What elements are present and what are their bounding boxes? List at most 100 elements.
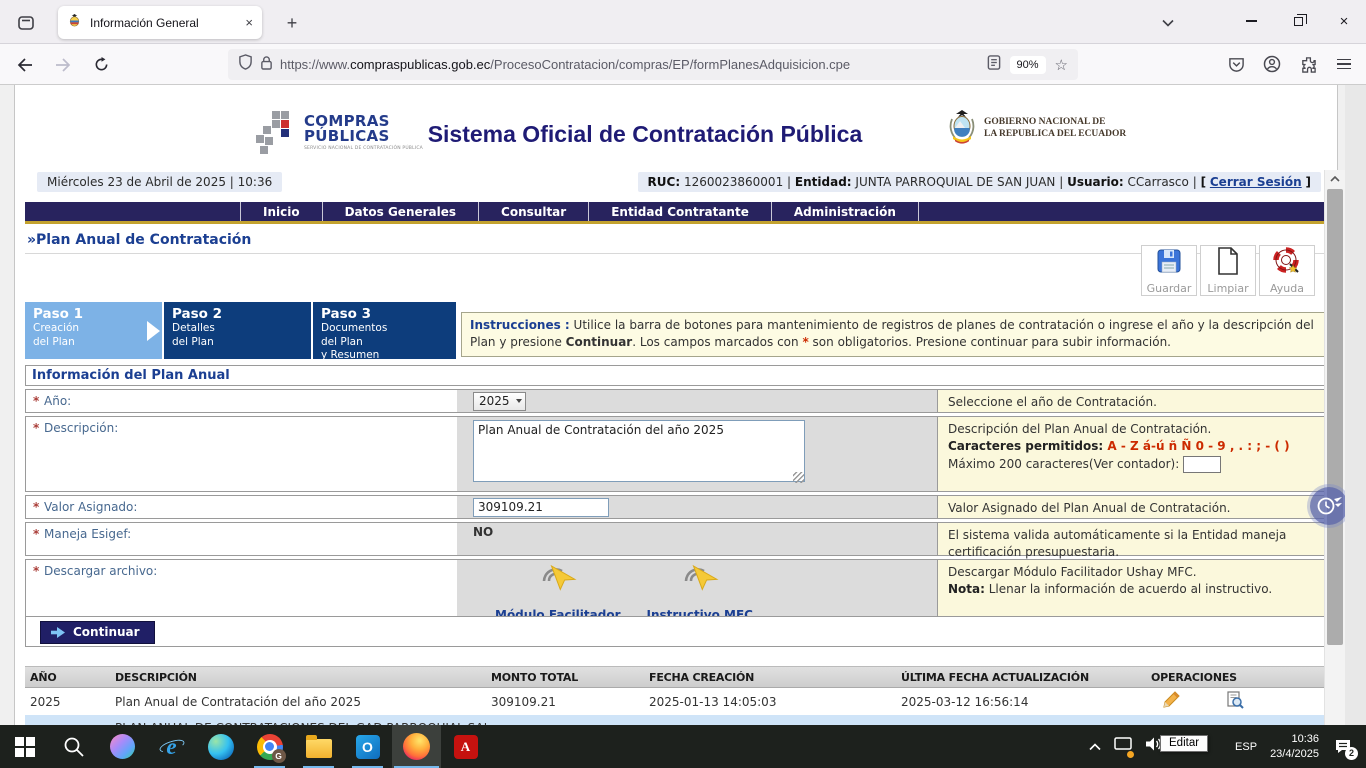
instructivo-mfc-link[interactable]: Instructivo MFC xyxy=(646,563,753,622)
step-arrow-icon xyxy=(147,321,160,341)
start-button[interactable] xyxy=(0,725,49,768)
government-logo: GOBIERNO NACIONAL DE LA REPUBLICA DEL EC… xyxy=(946,109,1126,149)
notification-center-icon[interactable]: 2 xyxy=(1332,736,1354,758)
tray-cast-icon[interactable] xyxy=(1114,737,1132,756)
modulo-facilitador-link[interactable]: Módulo Facilitador xyxy=(495,563,620,622)
scroll-up-icon[interactable] xyxy=(1325,170,1345,188)
click-cursor-icon xyxy=(536,563,580,606)
edit-pencil-icon[interactable] xyxy=(1162,691,1180,712)
step-1-creacion: Paso 1 Creación del Plan xyxy=(25,302,162,359)
col-operaciones: OPERACIONES xyxy=(1146,671,1325,684)
nav-item-consultar[interactable]: Consultar xyxy=(478,202,588,221)
taskbar-edge-icon[interactable] xyxy=(196,725,245,768)
col-ano: AÑO xyxy=(25,671,110,684)
government-text: GOBIERNO NACIONAL DE LA REPUBLICA DEL EC… xyxy=(984,117,1126,141)
tab-title: Información General xyxy=(90,16,237,30)
taskbar-copilot-icon[interactable] xyxy=(98,725,147,768)
taskbar-file-explorer-icon[interactable] xyxy=(294,725,343,768)
window-restore-button[interactable] xyxy=(1283,8,1313,34)
back-button[interactable] xyxy=(10,50,40,79)
assigned-value-row: *Valor Asignado: Valor Asignado del Plan… xyxy=(25,495,1325,519)
col-monto-total: MONTO TOTAL xyxy=(486,671,644,684)
nav-item-entidad-contratante[interactable]: Entidad Contratante xyxy=(588,202,771,221)
clear-button[interactable]: Limpiar xyxy=(1200,245,1256,296)
logout-link[interactable]: Cerrar Sesión xyxy=(1210,175,1302,189)
nav-item-inicio[interactable]: Inicio xyxy=(240,202,322,221)
plans-table: AÑO DESCRIPCIÓN MONTO TOTAL FECHA CREACI… xyxy=(25,666,1325,725)
gold-divider xyxy=(25,221,1325,224)
taskbar-firefox-icon[interactable] xyxy=(392,725,441,768)
pocket-icon[interactable] xyxy=(1222,50,1250,78)
taskbar-internet-explorer-icon[interactable]: e xyxy=(147,725,196,768)
new-tab-button[interactable]: + xyxy=(280,11,304,35)
list-tabs-chevron-icon[interactable] xyxy=(1155,12,1181,34)
ecuador-coat-of-arms-icon xyxy=(946,109,978,149)
year-select[interactable]: 2025 xyxy=(473,392,526,411)
main-nav: Inicio Datos Generales Consultar Entidad… xyxy=(25,202,1325,221)
url-bar[interactable]: https://www.compraspublicas.gob.ec/Proce… xyxy=(228,49,1078,80)
account-icon[interactable] xyxy=(1258,50,1286,78)
continue-button[interactable]: Continuar xyxy=(40,621,155,644)
firefox-view-icon[interactable] xyxy=(12,9,40,37)
description-label: Descripción: xyxy=(44,421,118,435)
save-button[interactable]: Guardar xyxy=(1141,245,1197,296)
ruc-label: RUC: xyxy=(648,175,681,189)
year-row: *Año: 2025 Seleccione el año de Contrata… xyxy=(25,389,1325,413)
esigef-row: *Maneja Esigef: NO El sistema valida aut… xyxy=(25,522,1325,556)
char-counter-input[interactable] xyxy=(1183,456,1221,473)
taskbar-search-icon[interactable] xyxy=(49,725,98,768)
page-viewport: COMPRAS PÚBLICAS SERVICIO NACIONAL DE CO… xyxy=(0,85,1345,725)
zoom-level-button[interactable]: 90% xyxy=(1010,56,1046,74)
tray-time: 10:36 xyxy=(1270,732,1319,747)
screen: Información General × + × https://ww xyxy=(0,0,1366,768)
tab-close-icon[interactable]: × xyxy=(245,16,253,29)
entity-value: JUNTA PARROQUIAL DE SAN JUAN xyxy=(855,175,1055,189)
lock-icon[interactable] xyxy=(260,55,273,75)
description-help: Descripción del Plan Anual de Contrataci… xyxy=(937,417,1324,491)
help-button[interactable]: Ayuda xyxy=(1259,245,1315,296)
taskbar-acrobat-icon[interactable]: A xyxy=(441,725,490,768)
ruc-value: 1260023860001 xyxy=(684,175,783,189)
window-minimize-button[interactable] xyxy=(1236,8,1266,34)
taskbar-chrome-icon[interactable]: G xyxy=(245,725,294,768)
arrow-right-icon xyxy=(51,627,65,638)
taskbar-outlook-icon[interactable]: O xyxy=(343,725,392,768)
entity-label: Entidad: xyxy=(795,175,852,189)
click-cursor-icon xyxy=(678,563,722,606)
floating-clock-widget[interactable] xyxy=(1310,487,1345,525)
scrollbar-thumb[interactable] xyxy=(1327,189,1343,645)
language-indicator[interactable]: ESP xyxy=(1235,741,1257,753)
page-scrollbar[interactable] xyxy=(1324,170,1345,725)
chevron-down-icon xyxy=(516,399,522,403)
col-fecha-creacion: FECHA CREACIÓN xyxy=(644,671,896,684)
reader-mode-icon[interactable] xyxy=(987,55,1001,75)
reload-button[interactable] xyxy=(86,50,116,79)
step-3-documentos: Paso 3 Documentos del Plan y Resumen xyxy=(313,302,456,359)
nav-item-administracion[interactable]: Administración xyxy=(771,202,919,221)
resize-handle[interactable] xyxy=(793,472,804,483)
extensions-puzzle-icon[interactable] xyxy=(1294,50,1322,78)
browser-tab-strip: Información General × + × xyxy=(0,0,1366,44)
window-close-button[interactable]: × xyxy=(1329,8,1359,34)
tray-chevron-up-icon[interactable] xyxy=(1089,738,1101,756)
action-toolbar: Guardar Limpiar Ayuda xyxy=(1141,245,1315,296)
bookmark-star-icon[interactable]: ☆ xyxy=(1055,56,1068,74)
year-label: Año: xyxy=(44,394,71,408)
assigned-value-help: Valor Asignado del Plan Anual de Contrat… xyxy=(937,496,1324,518)
tray-date: 23/4/2025 xyxy=(1270,747,1319,762)
view-document-icon[interactable] xyxy=(1226,691,1244,712)
forward-button[interactable] xyxy=(48,50,78,79)
editar-tooltip: Editar xyxy=(1160,735,1208,752)
nav-item-datos-generales[interactable]: Datos Generales xyxy=(322,202,478,221)
datetime-chip: Miércoles 23 de Abril de 2025 | 10:36 xyxy=(37,172,282,192)
wizard-steps: Paso 1 Creación del Plan Paso 2 Detalles… xyxy=(25,302,1325,359)
year-help: Seleccione el año de Contratación. xyxy=(937,390,1324,412)
tray-clock[interactable]: 10:36 23/4/2025 xyxy=(1270,732,1319,762)
shield-icon[interactable] xyxy=(238,54,253,75)
description-textarea[interactable]: Plan Anual de Contratación del año 2025 xyxy=(473,420,805,482)
assigned-value-input[interactable] xyxy=(473,498,609,517)
download-label: Descargar archivo: xyxy=(44,564,157,578)
assigned-value-label: Valor Asignado: xyxy=(44,500,137,514)
browser-tab[interactable]: Información General × xyxy=(58,6,262,39)
menu-hamburger-icon[interactable] xyxy=(1330,50,1358,78)
